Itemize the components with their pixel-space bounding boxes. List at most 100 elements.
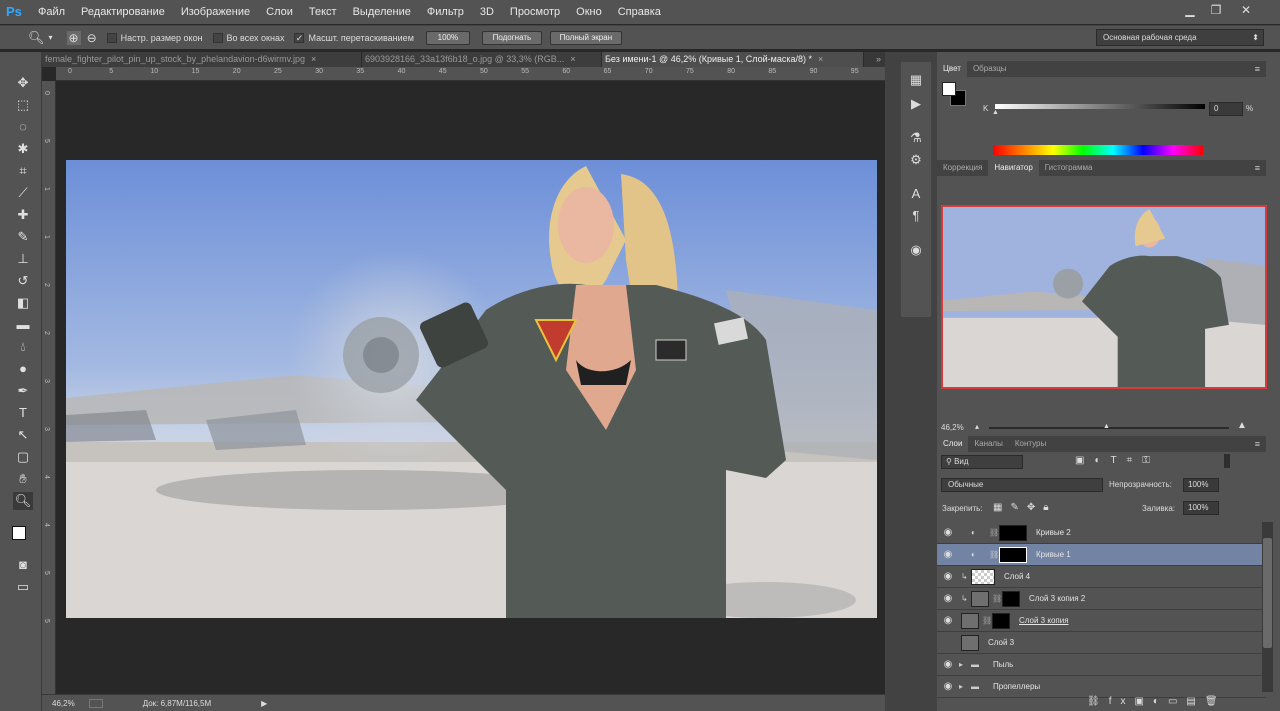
tab-female-fighter[interactable]: female_fighter_pilot_pin_up_stock_by_phe… — [42, 52, 362, 67]
panel-menu-icon[interactable]: ≡ — [1255, 64, 1260, 74]
layer-row-curves-2[interactable]: ◉ ◐ ⛓ Кривые 2 — [937, 522, 1266, 544]
type-tool-icon[interactable]: T — [13, 404, 33, 422]
zoom-in-icon[interactable]: ⊕ — [66, 30, 81, 45]
minimize-icon[interactable]: ▁ — [1180, 2, 1200, 18]
document-canvas[interactable] — [66, 160, 877, 618]
tab-swatches[interactable]: Образцы — [967, 61, 1013, 77]
resize-windows-checkbox[interactable] — [106, 32, 117, 43]
menu-help[interactable]: Справка — [610, 0, 669, 24]
blend-mode-select[interactable]: Обычные — [941, 478, 1103, 492]
actions-panel-icon[interactable]: ▶ — [906, 94, 926, 114]
layer-group-dust[interactable]: ◉ ▸ ▬ Пыль — [937, 654, 1266, 676]
close-icon[interactable]: ✕ — [1236, 2, 1256, 18]
menu-view[interactable]: Просмотр — [502, 0, 568, 24]
zoom-tool-icon[interactable]: 🔍︎ — [28, 30, 45, 46]
brush-tool-icon[interactable]: ✎ — [13, 228, 33, 246]
restore-icon[interactable]: ❐ — [1206, 2, 1226, 18]
expand-arrow-icon[interactable]: ▸ — [959, 682, 971, 691]
gradient-tool-icon[interactable]: ▬ — [13, 316, 33, 334]
eye-icon[interactable]: ◉ — [937, 659, 959, 670]
history-brush-tool-icon[interactable]: ↺ — [13, 272, 33, 290]
path-select-tool-icon[interactable]: ↖ — [13, 426, 33, 444]
paragraph-panel-icon[interactable]: ¶ — [906, 206, 926, 226]
layer-row-curves-1[interactable]: ◉ ◐ ⛓ Кривые 1 — [937, 544, 1266, 566]
status-menu-icon[interactable]: ▶ — [261, 699, 267, 708]
eye-icon[interactable]: ◉ — [937, 615, 959, 626]
properties-panel-icon[interactable]: ◉ — [906, 240, 926, 260]
filter-toggle-icon[interactable] — [1224, 454, 1230, 468]
layers-bottom-toolbar[interactable]: ⛓fx▣◐▭▤🗑︎ — [1087, 696, 1227, 707]
expand-arrow-icon[interactable]: ▸ — [959, 660, 971, 669]
layer-group-propellers[interactable]: ◉ ▸ ▬ Пропеллеры — [937, 676, 1266, 698]
screen-mode-icon[interactable]: ▭ — [13, 578, 33, 596]
tab-untitled-1[interactable]: Без имени-1 @ 46,2% (Кривые 1, Слой-маск… — [602, 52, 864, 67]
full-screen-button[interactable]: Полный экран — [549, 30, 622, 45]
layer-row-layer-4[interactable]: ◉ ↳ Слой 4 — [937, 566, 1266, 588]
menu-filter[interactable]: Фильтр — [419, 0, 472, 24]
zoom-in-icon[interactable]: ▲ — [1237, 420, 1247, 431]
layer-filter-select[interactable]: ⚲ Вид — [941, 455, 1023, 469]
menu-layers[interactable]: Слои — [258, 0, 301, 24]
shape-tool-icon[interactable]: ▢ — [13, 448, 33, 466]
eraser-tool-icon[interactable]: ◧ — [13, 294, 33, 312]
layers-scrollbar-thumb[interactable] — [1263, 538, 1272, 648]
tab-navigator[interactable]: Навигатор — [988, 160, 1039, 176]
marquee-tool-icon[interactable]: ⬚ — [13, 96, 33, 114]
tabs-overflow-icon[interactable]: » — [864, 52, 885, 67]
close-icon[interactable]: × — [311, 54, 316, 64]
navigator-preview[interactable] — [941, 205, 1267, 389]
foreground-color-swatch[interactable] — [942, 82, 956, 96]
tab-channels[interactable]: Каналы — [968, 436, 1008, 452]
eye-icon[interactable]: ◉ — [937, 549, 959, 560]
eyedropper-tool-icon[interactable]: ⟋ — [13, 184, 33, 202]
opacity-input[interactable]: 100% — [1183, 478, 1219, 492]
character-panel-icon[interactable]: A — [906, 184, 926, 204]
lasso-tool-icon[interactable]: ◌ — [13, 118, 33, 136]
k-value-input[interactable]: 0 — [1209, 102, 1243, 116]
workspace-select[interactable]: Основная рабочая среда ⬍ — [1096, 29, 1264, 46]
tool-presets-icon[interactable]: ⚙ — [906, 150, 926, 170]
fill-input[interactable]: 100% — [1183, 501, 1219, 515]
blur-tool-icon[interactable]: 💧︎ — [13, 338, 33, 356]
slider-handle-icon[interactable]: ▲ — [992, 109, 999, 116]
quick-mask-icon[interactable]: ◙ — [13, 556, 33, 574]
tab-6903928166[interactable]: 6903928166_33a13f6b18_o.jpg @ 33,3% (RGB… — [362, 52, 602, 67]
pen-tool-icon[interactable]: ✒ — [13, 382, 33, 400]
panel-menu-icon[interactable]: ≡ — [1255, 439, 1260, 449]
layer-row-layer-3-copy-2[interactable]: ◉ ↳ ⛓ Слой 3 копия 2 — [937, 588, 1266, 610]
zoom-100-button[interactable]: 100% — [425, 30, 470, 45]
eye-icon[interactable]: ◉ — [937, 527, 959, 538]
navigator-zoom-readout[interactable]: 46,2% — [941, 423, 964, 432]
k-slider-track[interactable] — [995, 104, 1205, 109]
menu-image[interactable]: Изображение — [173, 0, 258, 24]
menu-3d[interactable]: 3D — [472, 0, 502, 24]
menu-select[interactable]: Выделение — [345, 0, 419, 24]
panel-menu-icon[interactable]: ≡ — [1255, 163, 1260, 173]
eye-icon[interactable]: ◉ — [937, 681, 959, 692]
slider-handle-icon[interactable]: ▲ — [1103, 423, 1110, 430]
eye-icon[interactable]: ◉ — [937, 571, 959, 582]
history-panel-icon[interactable]: ▦ — [906, 70, 926, 90]
tab-layers[interactable]: Слои — [937, 436, 969, 452]
tab-paths[interactable]: Контуры — [1009, 436, 1052, 452]
menu-edit[interactable]: Редактирование — [73, 0, 173, 24]
move-tool-icon[interactable]: ✥ — [13, 74, 33, 92]
quick-select-tool-icon[interactable]: ✱ — [13, 140, 33, 158]
menu-file[interactable]: Файл — [30, 0, 73, 24]
layer-row-layer-3[interactable]: ▢ Слой 3 — [937, 632, 1266, 654]
crop-tool-icon[interactable]: ⌗ — [13, 162, 33, 180]
preview-toggle-icon[interactable] — [88, 698, 103, 708]
lock-icons[interactable]: ▦✎✥🔒︎ — [993, 502, 1057, 513]
eye-hidden-icon[interactable]: ▢ — [937, 637, 959, 648]
dodge-tool-icon[interactable]: ● — [13, 360, 33, 378]
scrubby-zoom-checkbox[interactable]: ✓ — [294, 32, 305, 43]
fit-screen-button[interactable]: Подогнать — [481, 30, 542, 45]
zoom-out-icon[interactable]: ▴ — [975, 422, 979, 431]
brush-panel-icon[interactable]: ⚗ — [906, 128, 926, 148]
menu-type[interactable]: Текст — [301, 0, 345, 24]
tab-adjustments[interactable]: Коррекция — [937, 160, 988, 176]
foreground-color-swatch[interactable] — [12, 526, 26, 540]
chevron-down-icon[interactable]: ▾ — [49, 33, 53, 42]
close-icon[interactable]: × — [570, 54, 575, 64]
clone-stamp-tool-icon[interactable]: ⊥ — [13, 250, 33, 268]
